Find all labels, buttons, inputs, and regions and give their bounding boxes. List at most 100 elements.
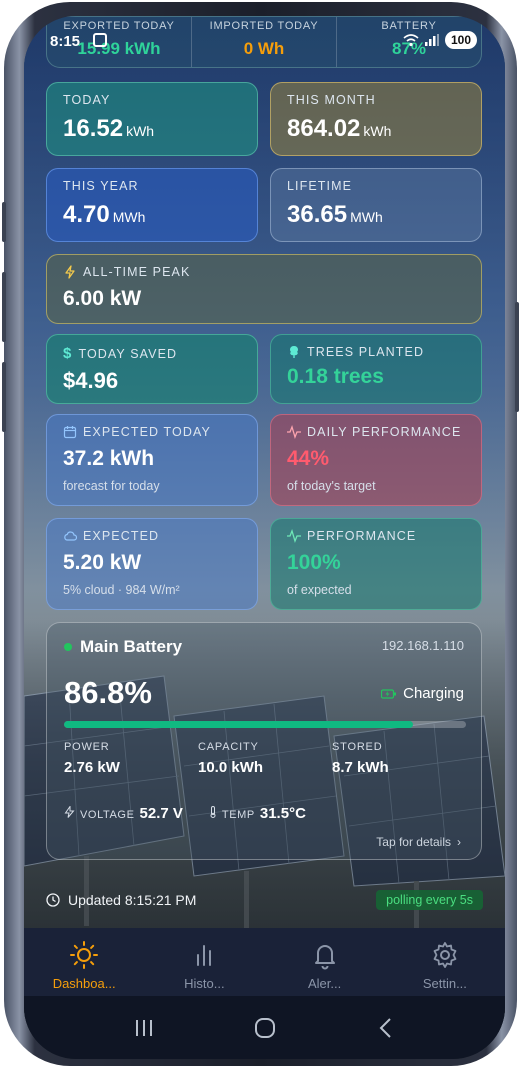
bar-chart-icon <box>197 945 212 966</box>
lightning-icon <box>64 806 75 818</box>
pulse-icon <box>287 425 301 439</box>
card-label: PERFORMANCE <box>287 529 465 543</box>
gear-icon <box>433 942 457 968</box>
expected-today-card[interactable]: EXPECTED TODAY 37.2 kWh forecast for tod… <box>46 414 258 506</box>
today-saved-card[interactable]: $ TODAY SAVED $4.96 <box>46 334 258 404</box>
bell-icon <box>314 945 335 970</box>
tab-settings[interactable]: Settin... <box>385 928 505 996</box>
main-battery-panel[interactable]: Main Battery 192.168.1.110 86.8% Chargin… <box>46 622 482 860</box>
card-value: 5.20 kW <box>63 551 142 574</box>
side-button <box>2 202 6 242</box>
phone-frame: 8:15 100 EXPORTED TODAY 15.99 kWh IMPORT… <box>2 2 519 1066</box>
card-label: THIS YEAR <box>63 179 139 193</box>
today-card[interactable]: TODAY 16.52 kWh <box>46 82 258 156</box>
status-bar: 8:15 100 <box>24 16 505 56</box>
card-subtext: forecast for today <box>63 479 160 493</box>
battery-title: Main Battery <box>64 637 182 657</box>
battery-power-stat: POWER 2.76 kW <box>64 741 198 776</box>
side-button <box>2 362 6 432</box>
stat-value: 2.76 kW <box>64 759 120 776</box>
wifi-icon <box>403 34 419 47</box>
card-label: TREES PLANTED <box>287 345 465 359</box>
stat-label: POWER <box>64 741 110 753</box>
card-label: LIFETIME <box>287 179 353 193</box>
battery-status: Charging <box>381 685 464 702</box>
chevron-right-icon: › <box>457 835 461 849</box>
card-value: 4.70 MWh <box>63 201 146 228</box>
clock-icon <box>46 893 60 907</box>
side-button <box>515 302 519 412</box>
tab-alerts[interactable]: Aler... <box>265 928 385 996</box>
dollar-icon: $ <box>63 345 73 362</box>
pulse-icon <box>287 529 301 543</box>
tap-for-details-link[interactable]: Tap for details › <box>376 835 461 849</box>
sun-icon <box>70 941 99 969</box>
back-icon[interactable] <box>376 1017 396 1039</box>
tree-icon <box>290 346 298 358</box>
card-label: $ TODAY SAVED <box>63 345 178 362</box>
card-label: DAILY PERFORMANCE <box>287 425 465 439</box>
stat-value: 8.7 kWh <box>332 759 389 776</box>
trees-planted-card[interactable]: TREES PLANTED 0.18 trees <box>270 334 482 404</box>
battery-meta: VOLTAGE 52.7 V TEMP 31.5°C <box>64 805 306 822</box>
calendar-icon <box>63 426 77 439</box>
card-label: TODAY <box>63 93 111 107</box>
bottom-nav: Dashboa... Histo... Aler... Settin... <box>24 928 505 996</box>
side-button <box>2 272 6 342</box>
lightning-icon <box>65 265 75 279</box>
card-value: 36.65 MWh <box>287 201 383 228</box>
battery-level-bar <box>64 721 466 728</box>
expected-card[interactable]: EXPECTED 5.20 kW 5% cloud · 984 W/m² <box>46 518 258 610</box>
card-label: ALL-TIME PEAK <box>63 265 465 279</box>
stat-label: STORED <box>332 741 383 753</box>
tab-label: Histo... <box>184 976 225 991</box>
battery-indicator: 100 <box>444 31 477 49</box>
tab-dashboard[interactable]: Dashboa... <box>24 928 144 996</box>
card-value: 864.02 kWh <box>287 115 392 142</box>
screen: 8:15 100 EXPORTED TODAY 15.99 kWh IMPORT… <box>24 16 505 1059</box>
this-year-card[interactable]: THIS YEAR 4.70 MWh <box>46 168 258 242</box>
card-subtext: 5% cloud · 984 W/m² <box>63 583 180 597</box>
card-value: 44% <box>287 447 330 470</box>
cloud-icon <box>64 531 77 541</box>
all-time-peak-card[interactable]: ALL-TIME PEAK 6.00 kW <box>46 254 482 324</box>
signal-icon <box>424 34 439 46</box>
lifetime-card[interactable]: LIFETIME 36.65 MWh <box>270 168 482 242</box>
card-subtext: of today's target <box>287 479 376 493</box>
battery-stored-stat: STORED 8.7 kWh <box>332 741 466 776</box>
card-value: 37.2 kWh <box>63 447 155 470</box>
battery-ip: 192.168.1.110 <box>381 638 464 653</box>
battery-capacity-stat: CAPACITY 10.0 kWh <box>198 741 332 776</box>
home-icon[interactable] <box>253 1016 277 1040</box>
charging-icon <box>381 688 397 699</box>
screen-record-icon <box>93 33 107 47</box>
this-month-card[interactable]: THIS MONTH 864.02 kWh <box>270 82 482 156</box>
battery-percent: 86.8% <box>64 675 152 710</box>
card-label: EXPECTED TODAY <box>63 425 241 439</box>
battery-stats: POWER 2.76 kW CAPACITY 10.0 kWh STORED 8… <box>64 741 474 776</box>
tab-label: Dashboa... <box>52 976 116 991</box>
card-value: 0.18 trees <box>287 365 384 388</box>
stat-label: CAPACITY <box>198 741 259 753</box>
last-updated: Updated 8:15:21 PM <box>46 892 196 908</box>
recent-apps-icon[interactable] <box>133 1018 155 1038</box>
polling-badge: polling every 5s <box>376 890 483 910</box>
daily-performance-card[interactable]: DAILY PERFORMANCE 44% of today's target <box>270 414 482 506</box>
online-dot-icon <box>64 643 72 651</box>
battery-level-fill <box>64 721 413 728</box>
card-subtext: of expected <box>287 583 352 597</box>
tab-label: Settin... <box>422 976 467 991</box>
tab-history[interactable]: Histo... <box>144 928 264 996</box>
battery-temp: TEMP 31.5°C <box>209 805 306 822</box>
card-value: 6.00 kW <box>63 287 142 310</box>
card-value: 16.52 kWh <box>63 115 155 142</box>
performance-card[interactable]: PERFORMANCE 100% of expected <box>270 518 482 610</box>
card-value: 100% <box>287 551 341 574</box>
system-nav-bar <box>24 996 505 1059</box>
card-label: EXPECTED <box>63 529 241 543</box>
battery-voltage: VOLTAGE 52.7 V <box>64 805 183 822</box>
card-value: $4.96 <box>63 368 119 393</box>
stat-value: 10.0 kWh <box>198 759 264 776</box>
thermometer-icon <box>210 806 216 818</box>
tab-label: Aler... <box>308 976 342 991</box>
